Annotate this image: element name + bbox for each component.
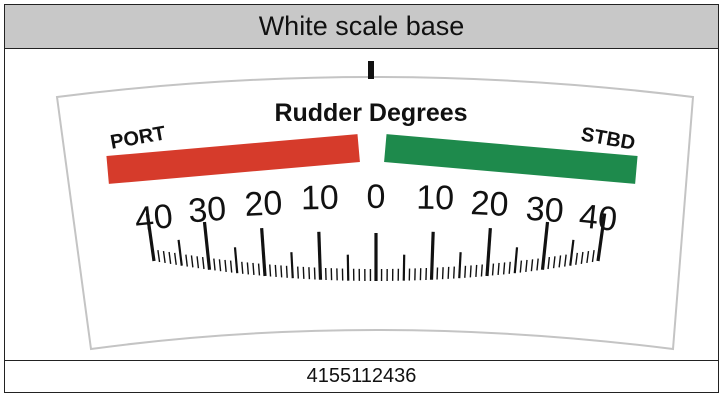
rudder-scale: Rudder Degrees PORT STBD 40 30 20 10 0 1…: [55, 61, 695, 351]
tick-mark: [491, 263, 495, 276]
tick-label-port-40: 40: [133, 197, 175, 239]
tick-mark: [458, 252, 462, 279]
tick-label-stbd-10: 10: [416, 179, 454, 218]
tick-mark: [464, 265, 467, 278]
tick-mark: [502, 262, 506, 275]
part-number: 4155112436: [306, 365, 417, 387]
scale-heading: Rudder Degrees: [274, 99, 467, 127]
tick-mark: [257, 263, 261, 276]
tick-label-stbd-40: 40: [577, 197, 619, 239]
tick-mark: [297, 266, 299, 279]
tick-mark: [475, 264, 478, 277]
tick-label-port-20: 20: [244, 184, 284, 224]
tick-label-center-0: 0: [367, 178, 386, 216]
tick-mark: [274, 264, 277, 277]
tick-mark: [317, 231, 323, 280]
tick-mark: [480, 264, 483, 277]
tick-mark: [280, 265, 283, 278]
tick-label-port-30: 30: [187, 190, 227, 231]
tick-mark: [246, 262, 250, 275]
tick-mark: [429, 231, 435, 280]
header-title: White scale base: [5, 5, 718, 49]
tick-label-port-10: 10: [301, 179, 339, 218]
tick-mark: [453, 266, 455, 279]
tick-mark: [469, 265, 472, 278]
tick-label-stbd-30: 30: [525, 190, 565, 231]
tick-mark: [447, 266, 450, 279]
tick-mark: [252, 262, 255, 276]
tick-mark: [269, 264, 272, 277]
tick-mark: [302, 266, 305, 279]
scale-frame: White scale base Rudder Degrees PORT STB…: [4, 4, 719, 393]
tick-mark: [308, 267, 311, 280]
tick-mark: [441, 267, 444, 280]
tick-label-stbd-20: 20: [470, 184, 510, 224]
tick-mark: [290, 252, 294, 279]
center-pointer-mark: [368, 61, 374, 79]
tick-mark: [497, 262, 500, 276]
scale-panel: Rudder Degrees PORT STBD 40 30 20 10 0 1…: [5, 49, 718, 361]
tick-mark: [285, 265, 288, 278]
